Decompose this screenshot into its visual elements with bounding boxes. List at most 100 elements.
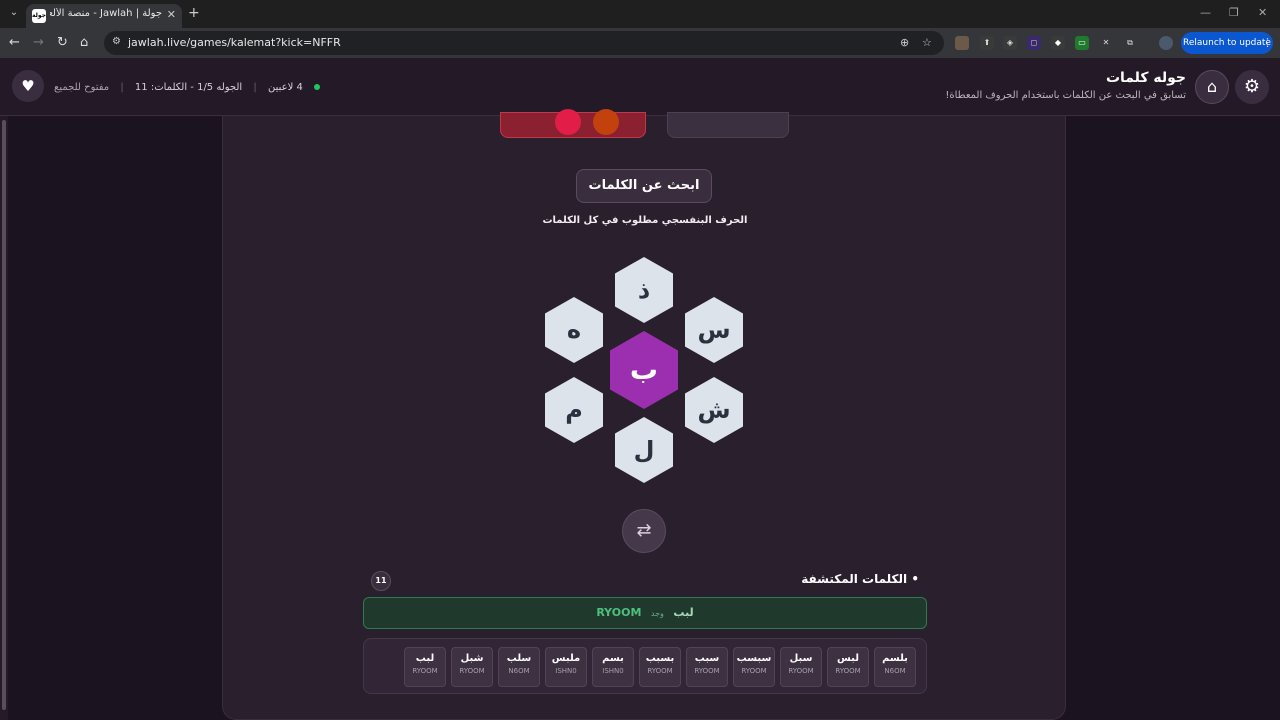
found-word-player: ISHN0 <box>555 667 577 675</box>
profile-avatar[interactable] <box>1159 36 1173 50</box>
settings-gear-icon[interactable]: ⚙ <box>1235 70 1269 104</box>
tab-search-icon[interactable]: ⌄ <box>6 5 22 21</box>
letter-hex-bottom-left[interactable]: م <box>545 377 603 443</box>
found-word-chip: سبسب RYOOM <box>733 647 775 687</box>
found-word: ملبس <box>551 653 581 664</box>
last-found-banner: لبب وجد RYOOM <box>363 597 927 629</box>
found-word: سبب <box>694 653 720 664</box>
bookmark-star-icon[interactable]: ☆ <box>922 36 932 49</box>
found-word: لبب <box>415 653 435 664</box>
address-bar[interactable]: ⚙ jawlah.live/games/kalemat?kick=NFFR ⊕ … <box>104 31 944 55</box>
restore-icon[interactable]: ❐ <box>1229 6 1239 19</box>
mute-icon[interactable]: ✕ <box>1099 36 1113 50</box>
letter-hex-center[interactable]: ب <box>610 331 678 409</box>
relaunch-button[interactable]: Relaunch to update <box>1181 32 1273 54</box>
extensions-puzzle-icon[interactable]: ⧉ <box>1123 36 1137 50</box>
extension-icon[interactable]: ▭ <box>1075 36 1089 50</box>
found-word-player: N6OM <box>508 667 530 675</box>
last-found-player: RYOOM <box>596 606 642 619</box>
found-word-player: RYOOM <box>694 667 720 675</box>
main-area: ابحث عن الكلمات الحرف البنفسجي مطلوب في … <box>0 109 1280 720</box>
scrollbar[interactable] <box>0 116 8 720</box>
minimize-icon[interactable]: — <box>1200 6 1211 19</box>
found-word-chip: بلسم N6OM <box>874 647 916 687</box>
found-word-chip: بسم ISHN0 <box>592 647 634 687</box>
home-icon[interactable]: ⌂ <box>80 35 88 50</box>
shuffle-icon[interactable]: ⇄ <box>622 509 666 553</box>
found-word: بلسم <box>882 653 908 664</box>
found-word-player: N6OM <box>884 667 906 675</box>
extension-icon[interactable]: ⬆ <box>980 36 994 50</box>
new-tab-icon[interactable]: + <box>188 5 200 21</box>
online-indicator <box>314 84 321 90</box>
player-avatar <box>593 109 619 135</box>
divider: | <box>253 82 257 93</box>
tab-favicon: جولة <box>32 9 46 23</box>
window-close-icon[interactable]: ✕ <box>1258 6 1267 19</box>
search-title: ابحث عن الكلمات <box>576 169 712 203</box>
found-word: بسبب <box>645 653 675 664</box>
forward-icon[interactable]: → <box>33 35 44 50</box>
letter-hex-top-left[interactable]: ه <box>545 297 603 363</box>
found-word-chip: سبل RYOOM <box>780 647 822 687</box>
found-word-player: RYOOM <box>835 667 861 675</box>
player-card <box>500 109 646 138</box>
site-info-icon[interactable]: ⚙ <box>112 36 121 47</box>
found-word-player: RYOOM <box>412 667 438 675</box>
found-word: بسم <box>602 653 624 664</box>
found-word-player: ISHN0 <box>602 667 624 675</box>
game-status: 4 لاعبين | الجوله 1/5 - الكلمات: 11 | مف… <box>50 82 324 93</box>
app-header: ⚙ ⌂ جوله كلمات تسابق في البحث عن الكلمات… <box>0 58 1280 116</box>
browser-menu-icon[interactable]: ⋮ <box>1262 36 1273 49</box>
shield-icon[interactable]: ◈ <box>1003 36 1017 50</box>
browser-tab[interactable]: جولة جولة | Jawlah - منصة الألعاب الت...… <box>26 4 182 28</box>
found-word-chip: سبب RYOOM <box>686 647 728 687</box>
extension-icon[interactable] <box>955 36 969 50</box>
page-title: جوله كلمات <box>1105 70 1186 86</box>
back-icon[interactable]: ← <box>9 35 20 50</box>
players-count: 4 لاعبين <box>267 82 303 93</box>
chat-icon[interactable]: ♥ <box>12 70 44 102</box>
letter-hex-top[interactable]: ذ <box>615 257 673 323</box>
tab-close-icon[interactable]: ✕ <box>167 8 176 21</box>
home-button[interactable]: ⌂ <box>1195 70 1229 104</box>
found-word: شبل <box>460 653 484 664</box>
hint-text: الحرف البنفسجي مطلوب في كل الكلمات <box>542 215 748 226</box>
found-word-chip: لبس RYOOM <box>827 647 869 687</box>
found-word-chip: لبب RYOOM <box>404 647 446 687</box>
found-word-player: RYOOM <box>647 667 673 675</box>
found-word-chip: شبل RYOOM <box>451 647 493 687</box>
letter-hex-bottom-right[interactable]: ش <box>685 377 743 443</box>
last-found-verb: وجد <box>650 609 664 618</box>
url-text: jawlah.live/games/kalemat?kick=NFFR <box>128 36 341 49</box>
found-word-player: RYOOM <box>459 667 485 675</box>
game-panel: ابحث عن الكلمات الحرف البنفسجي مطلوب في … <box>222 109 1066 720</box>
page-subtitle: تسابق في البحث عن الكلمات باستخدام الحرو… <box>945 90 1186 101</box>
found-words-list: بلسم N6OM لبس RYOOM سبل RYOOM سبسب RYOOM سبب RYOO… <box>363 638 927 694</box>
found-word-chip: بسبب RYOOM <box>639 647 681 687</box>
letter-hex-bottom[interactable]: ل <box>615 417 673 483</box>
scrollbar-thumb[interactable] <box>2 120 6 710</box>
extension-icon[interactable]: ◆ <box>1051 36 1065 50</box>
room-access: مفتوح للجميع <box>54 82 110 93</box>
found-word: لبس <box>837 653 859 664</box>
player-card <box>667 112 789 138</box>
found-word-chip: سلب N6OM <box>498 647 540 687</box>
found-word: سبسب <box>736 653 772 664</box>
found-word: سبل <box>789 653 813 664</box>
found-words-count: 11 <box>371 571 391 591</box>
browser-tab-bar: ⌄ جولة جولة | Jawlah - منصة الألعاب الت.… <box>0 0 1280 28</box>
last-found-word: لبب <box>673 606 694 619</box>
divider: | <box>120 82 124 93</box>
browser-toolbar: ← → ↻ ⌂ ⚙ jawlah.live/games/kalemat?kick… <box>0 28 1280 58</box>
found-word-player: RYOOM <box>741 667 767 675</box>
letter-hex-top-right[interactable]: س <box>685 297 743 363</box>
found-words-title: • الكلمات المكتشفة <box>801 572 919 586</box>
zoom-icon[interactable]: ⊕ <box>900 36 909 49</box>
reload-icon[interactable]: ↻ <box>57 35 68 50</box>
player-avatar <box>555 109 581 135</box>
found-word-player: RYOOM <box>788 667 814 675</box>
found-word: سلب <box>506 653 532 664</box>
tab-title: جولة | Jawlah - منصة الألعاب الت... <box>50 8 162 19</box>
extension-icon[interactable]: ◻ <box>1027 36 1041 50</box>
